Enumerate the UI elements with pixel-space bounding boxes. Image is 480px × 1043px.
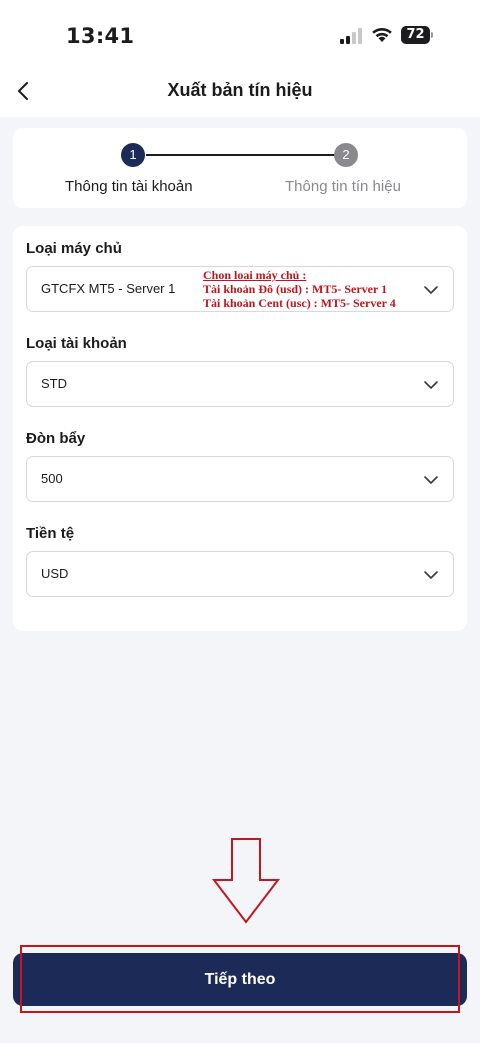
arrow-down-icon <box>212 838 280 924</box>
currency-select[interactable]: USD <box>26 551 454 597</box>
server-type-value: GTCFX MT5 - Server 1 <box>41 281 176 296</box>
account-form: Loại máy chủ GTCFX MT5 - Server 1 Chon l… <box>13 226 467 631</box>
step-connector <box>146 154 346 156</box>
wifi-icon <box>372 27 392 42</box>
leverage-label: Đòn bẩy <box>26 430 86 447</box>
battery-level: 72 <box>401 26 430 44</box>
status-time: 13:41 <box>66 24 135 48</box>
server-type-select[interactable]: GTCFX MT5 - Server 1 Chon loai máy chủ :… <box>26 266 454 312</box>
chevron-down-icon <box>424 571 438 579</box>
server-note-annotation: Chon loai máy chủ : Tài khoản Đô (usd) :… <box>203 268 443 310</box>
account-type-label: Loại tài khoản <box>26 335 127 352</box>
status-bar: 13:41 72 <box>0 0 480 72</box>
leverage-select[interactable]: 500 <box>26 456 454 502</box>
currency-label: Tiền tệ <box>26 525 75 542</box>
chevron-down-icon <box>424 286 438 294</box>
server-note-line-2: Tài khoản Cent (usc) : MT5- Server 4 <box>203 296 396 310</box>
leverage-value: 500 <box>41 471 63 486</box>
page-title: Xuất bản tín hiệu <box>167 80 313 100</box>
currency-value: USD <box>41 566 69 581</box>
step-1-label: Thông tin tài khoản <box>65 178 193 195</box>
step-2-label: Thông tin tín hiệu <box>285 178 401 195</box>
account-type-select[interactable]: STD <box>26 361 454 407</box>
battery-icon: 72 <box>401 26 433 44</box>
stepper: 1 2 Thông tin tài khoản Thông tin tín hi… <box>13 128 467 208</box>
server-type-label: Loại máy chủ <box>26 240 122 257</box>
account-type-value: STD <box>41 376 67 391</box>
chevron-down-icon <box>424 476 438 484</box>
signal-icon <box>340 28 362 44</box>
server-note-title: Chon loai máy chủ : <box>203 268 307 282</box>
next-button[interactable]: Tiếp theo <box>13 953 467 1006</box>
battery-cap <box>431 32 433 38</box>
step-1-indicator: 1 <box>121 143 145 167</box>
step-2-indicator: 2 <box>334 143 358 167</box>
server-note-line-1: Tài khoản Đô (usd) : MT5- Server 1 <box>203 282 388 296</box>
chevron-down-icon <box>424 381 438 389</box>
